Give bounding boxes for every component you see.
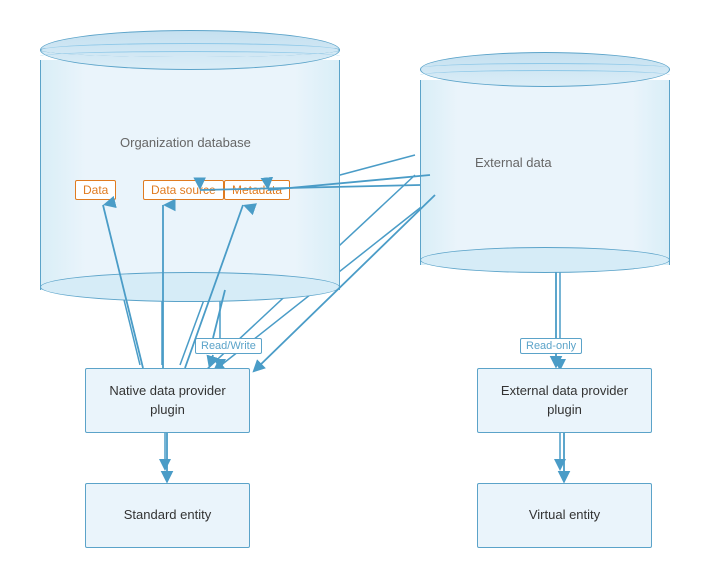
datasource-tag: Data source [143, 180, 224, 200]
ext-db-cylinder-body [420, 80, 670, 265]
standard-entity-label: Standard entity [124, 506, 211, 524]
org-db-cylinder-body [40, 60, 340, 290]
org-db-label: Organization database [120, 135, 251, 150]
ext-db-label: External data [475, 155, 552, 170]
data-tag: Data [75, 180, 116, 200]
native-provider-box: Native data provider plugin [85, 368, 250, 433]
metadata-tag: Metadata [224, 180, 290, 200]
read-only-label: Read-only [520, 338, 582, 354]
virtual-entity-label: Virtual entity [529, 506, 600, 524]
standard-entity-box: Standard entity [85, 483, 250, 548]
read-write-label: Read/Write [195, 338, 262, 354]
external-provider-label: External data provider plugin [501, 382, 628, 418]
native-provider-label: Native data provider plugin [109, 382, 225, 418]
external-provider-box: External data provider plugin [477, 368, 652, 433]
ext-db-bottom [420, 247, 670, 273]
virtual-entity-box: Virtual entity [477, 483, 652, 548]
diagram-container: Organization database External data Data… [0, 0, 707, 573]
org-db-bottom [40, 272, 340, 302]
